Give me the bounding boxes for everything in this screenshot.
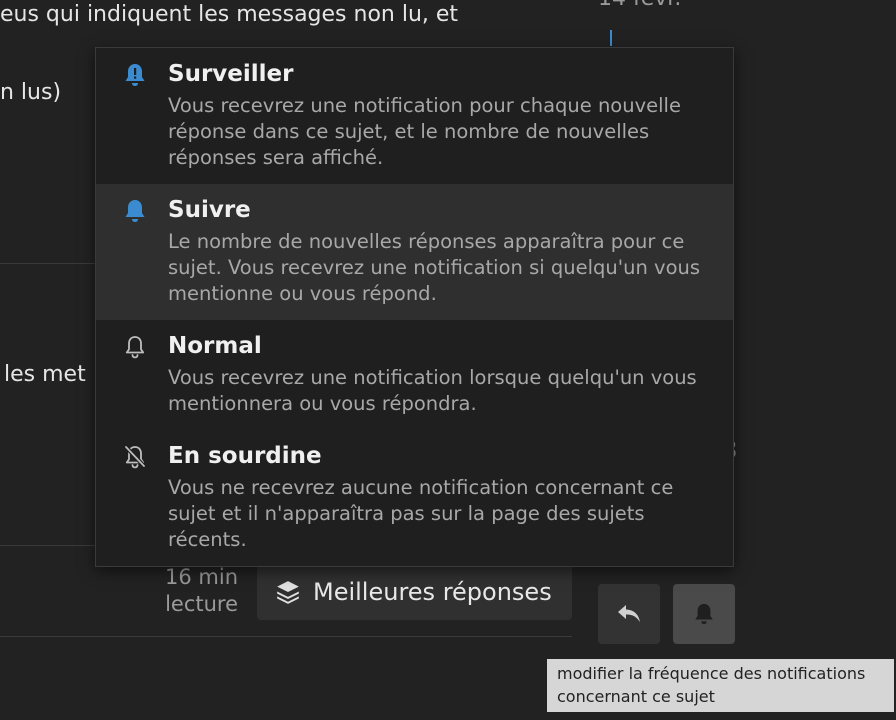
tooltip-line: concernant ce sujet bbox=[557, 687, 715, 706]
timeline-scroll-bar[interactable] bbox=[610, 30, 612, 46]
option-description: Vous ne recevrez aucune notification con… bbox=[168, 476, 674, 551]
bell-icon bbox=[693, 602, 715, 626]
reply-button[interactable] bbox=[598, 584, 660, 644]
menu-option-regular[interactable]: Normal Vous recevrez une notification lo… bbox=[96, 320, 733, 430]
notification-level-button[interactable] bbox=[673, 584, 735, 644]
option-description: Vous recevrez une notification pour chaq… bbox=[168, 94, 681, 169]
best-replies-label: Meilleures réponses bbox=[313, 577, 552, 606]
post-divider bbox=[0, 636, 572, 637]
timeline-date[interactable]: 14 févr. bbox=[598, 0, 681, 11]
option-title: Surveiller bbox=[168, 61, 294, 87]
read-time: 16 min lecture bbox=[150, 564, 238, 618]
option-title: En sourdine bbox=[168, 443, 322, 469]
notification-level-menu: Surveiller Vous recevrez une notificatio… bbox=[95, 47, 734, 567]
menu-option-muted[interactable]: En sourdine Vous ne recevrez aucune noti… bbox=[96, 430, 733, 566]
bell-slash-icon bbox=[122, 444, 148, 470]
option-title: Normal bbox=[168, 333, 262, 359]
reply-icon bbox=[616, 602, 642, 626]
menu-option-watching[interactable]: Surveiller Vous recevrez une notificatio… bbox=[96, 48, 733, 184]
post-text-line: les met bbox=[4, 362, 86, 387]
post-text-line: n lus) bbox=[0, 80, 62, 105]
best-replies-button[interactable]: Meilleures réponses bbox=[257, 563, 572, 620]
read-time-unit: lecture bbox=[165, 592, 238, 616]
bell-outline-icon bbox=[122, 334, 148, 360]
read-time-value: 16 min bbox=[165, 565, 238, 589]
bell-filled-icon bbox=[122, 198, 148, 224]
post-text-line: eus qui indiquent les messages non lu, e… bbox=[0, 2, 459, 27]
menu-option-tracking[interactable]: Suivre Le nombre de nouvelles réponses a… bbox=[96, 184, 733, 320]
option-title: Suivre bbox=[168, 197, 251, 223]
option-description: Vous recevrez une notification lorsque q… bbox=[168, 366, 697, 415]
bell-exclamation-icon bbox=[122, 62, 148, 88]
option-description: Le nombre de nouvelles réponses apparaît… bbox=[168, 230, 701, 305]
tooltip-line: modifier la fréquence des notifications bbox=[557, 664, 866, 683]
tooltip: modifier la fréquence des notifications … bbox=[547, 659, 894, 712]
layers-icon bbox=[275, 579, 301, 605]
